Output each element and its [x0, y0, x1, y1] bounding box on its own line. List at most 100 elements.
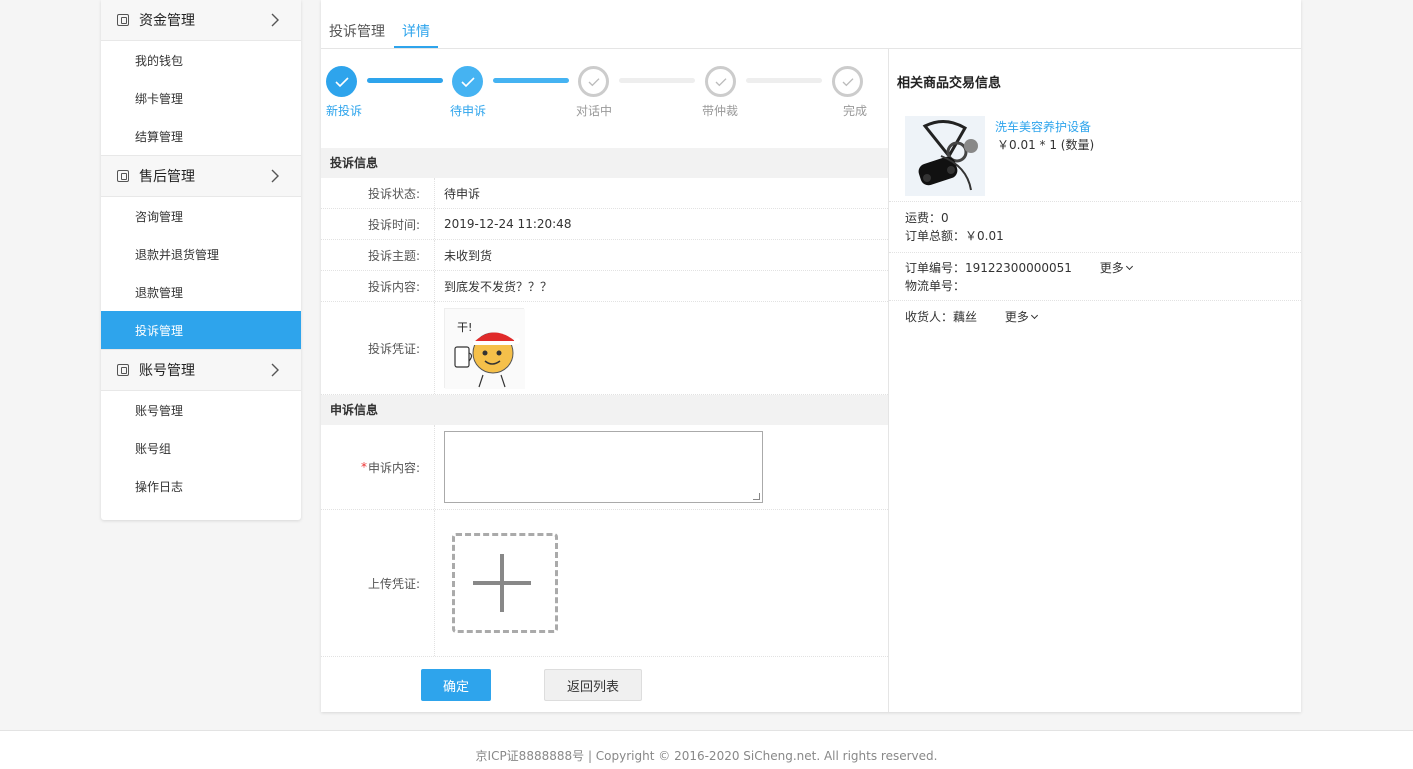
sidebar-item-operation-log[interactable]: 操作日志	[101, 467, 301, 505]
sidebar-item-accounts[interactable]: 账号管理	[101, 391, 301, 429]
step-label-arbitration: 带仲裁	[702, 104, 739, 118]
subject-value: 未收到货	[444, 248, 493, 263]
chevron-down-icon	[1125, 262, 1133, 271]
complaint-detail: 新投诉 待申诉 对话中 带仲裁 完成 投诉信息 投诉状态: 待申诉 投诉时间: …	[321, 49, 888, 712]
service-icon	[117, 170, 129, 182]
sidebar-group-funds[interactable]: 资金管理	[101, 0, 301, 41]
step-connector	[493, 78, 569, 83]
chevron-down-icon	[1030, 311, 1038, 320]
main-panel: 投诉管理 详情 新投诉 待申诉 对话中 带仲裁 完成 投诉信息 投诉状态: 待申…	[321, 0, 1301, 712]
product-price: ￥0.01 * 1 (数量)	[997, 138, 1095, 152]
sidebar-group-after-sales[interactable]: 售后管理	[101, 155, 301, 197]
step-label-complete: 完成	[843, 104, 868, 118]
upload-value	[435, 510, 888, 656]
step-label-pending-appeal: 待申诉	[450, 104, 487, 118]
more-order-toggle[interactable]: 更多	[1099, 261, 1133, 275]
footer: 京ICP证8888888号 | Copyright © 2016-2020 Si…	[0, 730, 1413, 769]
progress-steps: 新投诉 待申诉 对话中 带仲裁 完成	[321, 49, 888, 148]
plus-icon-stem	[500, 554, 504, 612]
step-pending-icon	[705, 66, 736, 97]
row-time: 投诉时间: 2019-12-24 11:20:48	[321, 209, 888, 240]
step-label-new: 新投诉	[326, 104, 363, 118]
row-upload: 上传凭证:	[321, 510, 888, 657]
order-info-title: 相关商品交易信息	[897, 76, 1002, 91]
step-pending-icon	[832, 66, 863, 97]
appeal-content-value	[435, 425, 888, 509]
confirm-button[interactable]: 确定	[421, 669, 491, 701]
sidebar-item-complaints[interactable]: 投诉管理	[101, 311, 301, 349]
subject-label: 投诉主题:	[321, 240, 435, 270]
account-icon	[117, 364, 129, 376]
more-label: 更多	[1099, 261, 1124, 275]
content-label: 投诉内容:	[321, 271, 435, 301]
appeal-content-textarea[interactable]	[444, 431, 763, 503]
order-fee-block: 运费：0 订单总额：￥0.01	[889, 209, 1301, 253]
shipping-fee: 运费：0	[905, 211, 949, 225]
step-current-icon	[452, 66, 483, 97]
sidebar-group-label: 售后管理	[139, 169, 195, 185]
appeal-content-label-text: 申诉内容:	[367, 460, 420, 475]
step-label-dialog: 对话中	[576, 104, 613, 118]
back-to-list-button[interactable]: 返回列表	[544, 669, 642, 701]
logistics-number: 物流单号：	[905, 279, 966, 293]
row-subject: 投诉主题: 未收到货	[321, 240, 888, 271]
content-value: 到底发不发货？？？	[444, 279, 553, 294]
wallet-icon	[117, 14, 129, 26]
sidebar: 资金管理 我的钱包 绑卡管理 结算管理 售后管理 咨询管理 退款并退货管理 退款…	[101, 0, 301, 520]
step-pending-icon	[578, 66, 609, 97]
order-total: 订单总额：￥0.01	[905, 229, 1004, 243]
tab-complaints[interactable]: 投诉管理	[329, 21, 385, 41]
order-number-line: 订单编号：19122300000051 更多	[905, 259, 1301, 277]
sidebar-item-refund-return[interactable]: 退款并退货管理	[101, 235, 301, 273]
sidebar-item-bind-card[interactable]: 绑卡管理	[101, 79, 301, 117]
row-content: 投诉内容: 到底发不发货？？？	[321, 271, 888, 302]
appeal-info-header: 申诉信息	[321, 395, 888, 425]
order-number-block: 订单编号：19122300000051 更多 物流单号：	[889, 259, 1301, 301]
sidebar-item-wallet[interactable]: 我的钱包	[101, 41, 301, 79]
sidebar-group-label: 账号管理	[139, 363, 195, 379]
receiver-line: 收货人：藕丝 更多	[905, 308, 1301, 326]
time-value: 2019-12-24 11:20:48	[444, 217, 572, 231]
active-tab-indicator	[394, 46, 438, 48]
more-label: 更多	[1004, 310, 1029, 324]
chevron-right-icon	[271, 169, 279, 183]
row-evidence: 投诉凭证: 干!	[321, 302, 888, 395]
chevron-right-icon	[271, 363, 279, 377]
receiver-block: 收货人：藕丝 更多	[889, 308, 1301, 334]
time-label: 投诉时间:	[321, 209, 435, 239]
required-mark: *	[360, 460, 367, 474]
sidebar-item-settlement[interactable]: 结算管理	[101, 117, 301, 155]
status-label: 投诉状态:	[321, 178, 435, 208]
chevron-right-icon	[271, 13, 279, 27]
sidebar-group-label: 资金管理	[139, 13, 195, 29]
step-connector	[367, 78, 443, 83]
tab-detail[interactable]: 详情	[402, 21, 430, 41]
product-name-link[interactable]: 洗车美容养护设备	[995, 118, 1091, 135]
status-value: 待申诉	[444, 186, 481, 201]
sidebar-group-account[interactable]: 账号管理	[101, 349, 301, 391]
product-image[interactable]	[905, 116, 985, 196]
sticker-text: 干!	[457, 321, 473, 334]
order-number: 订单编号：19122300000051	[905, 261, 1072, 275]
row-status: 投诉状态: 待申诉	[321, 178, 888, 209]
evidence-label: 投诉凭证:	[321, 302, 435, 394]
upload-evidence-button[interactable]	[452, 533, 558, 633]
product-thumbnail	[905, 116, 985, 196]
evidence-value: 干!	[435, 302, 888, 394]
sidebar-item-account-group[interactable]: 账号组	[101, 429, 301, 467]
receiver: 收货人：藕丝	[905, 310, 978, 324]
row-appeal-content: * 申诉内容:	[321, 425, 888, 510]
step-connector	[746, 78, 822, 83]
sidebar-item-refund[interactable]: 退款管理	[101, 273, 301, 311]
product-card: 洗车美容养护设备 ￥0.01 * 1 (数量)	[889, 109, 1301, 202]
sidebar-item-consult[interactable]: 咨询管理	[101, 197, 301, 235]
order-info-panel: 相关商品交易信息 洗车美容养护设备 ￥0.01 * 1 (数量) 运费：0 订单	[888, 49, 1301, 712]
step-done-icon	[326, 66, 357, 97]
upload-label: 上传凭证:	[321, 510, 435, 656]
appeal-content-label: * 申诉内容:	[321, 425, 435, 509]
more-receiver-toggle[interactable]: 更多	[1004, 310, 1038, 324]
evidence-image[interactable]: 干!	[444, 308, 525, 389]
tab-bar: 投诉管理 详情	[321, 0, 1301, 49]
complaint-info-header: 投诉信息	[321, 148, 888, 178]
step-connector	[619, 78, 695, 83]
